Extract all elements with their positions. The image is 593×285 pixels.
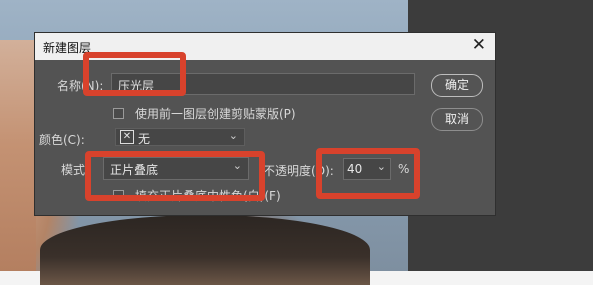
- annotation-name-highlight: [83, 52, 186, 96]
- canvas-photo-skin: [0, 40, 36, 271]
- annotation-opacity-highlight: [316, 148, 420, 199]
- clip-mask-checkbox[interactable]: [113, 108, 124, 119]
- canvas-photo-hair: [40, 215, 370, 285]
- color-label: 颜色(C):: [39, 133, 85, 147]
- color-select[interactable]: ✕ 无 ⌄: [115, 128, 245, 146]
- cancel-button[interactable]: 取消: [431, 108, 483, 131]
- clip-mask-label: 使用前一图层创建剪贴蒙版(P): [135, 107, 296, 121]
- color-select-value: 无: [138, 132, 151, 146]
- annotation-mode-highlight: [85, 151, 265, 201]
- no-color-swatch-icon: ✕: [120, 130, 134, 144]
- chevron-down-icon: ⌄: [228, 129, 238, 142]
- close-icon[interactable]: ✕: [472, 36, 486, 54]
- ok-button[interactable]: 确定: [431, 74, 483, 97]
